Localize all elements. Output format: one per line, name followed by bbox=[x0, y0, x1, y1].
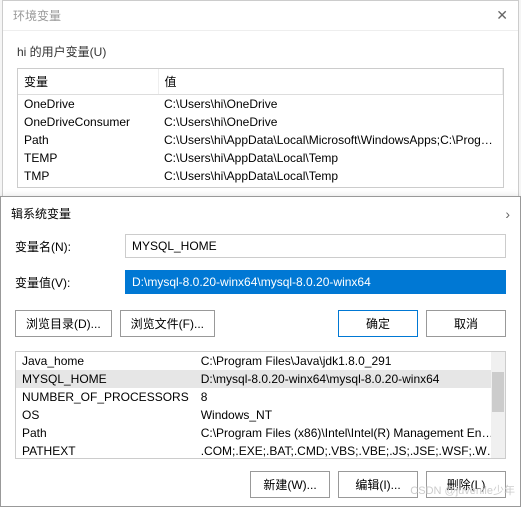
table-row[interactable]: TMPC:\Users\hi\AppData\Local\Temp bbox=[18, 167, 503, 185]
varvalue-label: 变量值(V): bbox=[15, 274, 125, 291]
table-row[interactable]: OSWindows_NT bbox=[16, 406, 505, 424]
table-row[interactable]: PathC:\Program Files (x86)\Intel\Intel(R… bbox=[16, 424, 505, 442]
varname-input[interactable] bbox=[125, 234, 506, 258]
edit-sysvar-dialog: 辑系统变量 › 变量名(N): 变量值(V): 浏览目录(D)... 浏览文件(… bbox=[0, 196, 521, 507]
browse-dir-button[interactable]: 浏览目录(D)... bbox=[15, 310, 112, 337]
chevron-right-icon[interactable]: › bbox=[505, 206, 510, 222]
table-row[interactable]: TEMPC:\Users\hi\AppData\Local\Temp bbox=[18, 149, 503, 167]
table-row[interactable]: OneDriveC:\Users\hi\OneDrive bbox=[18, 95, 503, 114]
edit-cancel-button[interactable]: 取消 bbox=[426, 310, 506, 337]
scrollbar-thumb[interactable] bbox=[492, 372, 504, 412]
table-row[interactable]: OneDriveConsumerC:\Users\hi\OneDrive bbox=[18, 113, 503, 131]
sys-vars-table[interactable]: Java_homeC:\Program Files\Java\jdk1.8.0_… bbox=[15, 351, 506, 459]
varname-label: 变量名(N): bbox=[15, 238, 125, 255]
dialog-title: 环境变量 bbox=[13, 7, 61, 24]
table-row[interactable]: PathC:\Users\hi\AppData\Local\Microsoft\… bbox=[18, 131, 503, 149]
user-col-value[interactable]: 值 bbox=[158, 69, 503, 95]
table-row-selected[interactable]: MYSQL_HOMED:\mysql-8.0.20-winx64\mysql-8… bbox=[16, 370, 505, 388]
edit-title: 辑系统变量 › bbox=[1, 197, 520, 228]
table-row[interactable]: Java_homeC:\Program Files\Java\jdk1.8.0_… bbox=[16, 352, 505, 370]
user-col-name[interactable]: 变量 bbox=[18, 69, 158, 95]
watermark: CSDN @juvenile少年 bbox=[410, 482, 515, 498]
edit-ok-button[interactable]: 确定 bbox=[338, 310, 418, 337]
sys-edit-button[interactable]: 编辑(I)... bbox=[338, 471, 418, 498]
sys-new-button[interactable]: 新建(W)... bbox=[250, 471, 330, 498]
user-vars-label: hi 的用户变量(U) bbox=[3, 31, 518, 64]
varvalue-input[interactable] bbox=[125, 270, 506, 294]
user-vars-table[interactable]: 变量 值 OneDriveC:\Users\hi\OneDrive OneDri… bbox=[17, 68, 504, 188]
browse-file-button[interactable]: 浏览文件(F)... bbox=[120, 310, 215, 337]
close-icon[interactable]: ✕ bbox=[496, 7, 508, 24]
titlebar: 环境变量 ✕ bbox=[3, 1, 518, 31]
table-row[interactable]: PATHEXT.COM;.EXE;.BAT;.CMD;.VBS;.VBE;.JS… bbox=[16, 442, 505, 459]
table-row[interactable]: NUMBER_OF_PROCESSORS8 bbox=[16, 388, 505, 406]
